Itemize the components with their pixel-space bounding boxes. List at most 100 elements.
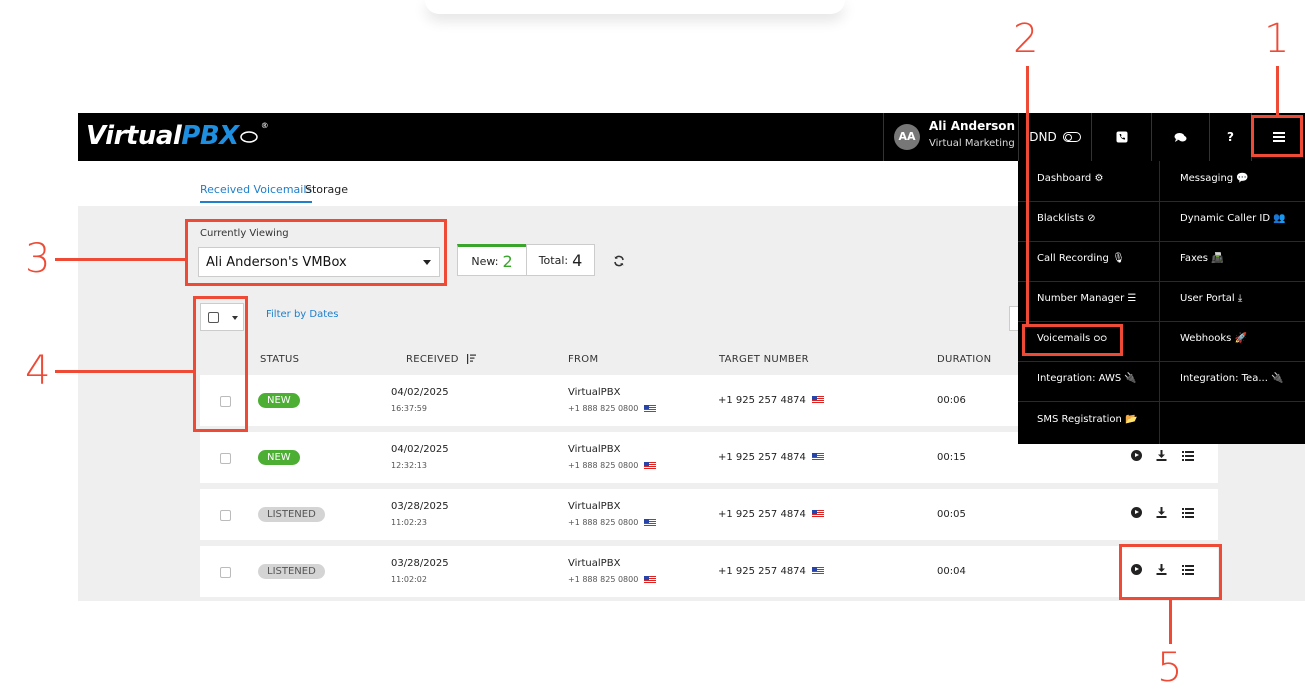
received-date: 03/28/2025 (391, 558, 449, 569)
from-number: +1 888 825 0800 (568, 575, 639, 584)
column-header-status[interactable]: STATUS (260, 354, 299, 365)
received-time: 16:37:59 (391, 404, 427, 413)
menu-item-call-recording[interactable]: Call Recording 🎙 (1037, 253, 1125, 264)
menu-item-label: Integration: Tea... (1180, 373, 1268, 384)
from-number-cell: +1 888 825 0800 (568, 461, 657, 470)
new-count: 2 (502, 251, 513, 271)
virtualpbx-logo[interactable]: VirtualPBX ® (86, 121, 269, 151)
chat-icon (1174, 132, 1187, 142)
menu-item-dynamic-caller-id[interactable]: Dynamic Caller ID 👥 (1180, 213, 1286, 224)
annotation-box-3 (185, 219, 447, 286)
from-number-cell: +1 888 825 0800 (568, 575, 657, 584)
annotation-box-1 (1251, 115, 1303, 157)
menu-item-webhooks[interactable]: Webhooks 🚀 (1180, 333, 1247, 344)
menu-item-label: User Portal (1180, 293, 1235, 304)
menu-divider (1018, 201, 1305, 202)
phone-button[interactable] (1091, 113, 1151, 161)
total-label: Total: (538, 253, 569, 267)
search-input[interactable] (1009, 306, 1018, 331)
from-name: VirtualPBX (568, 501, 621, 512)
row-checkbox[interactable] (220, 453, 231, 464)
menu-divider (1018, 281, 1305, 282)
annotation-box-4 (193, 296, 248, 432)
logo-text-virtual: Virtual (86, 121, 182, 151)
column-header-duration[interactable]: DURATION (937, 354, 991, 365)
fax-icon: 📠 (1211, 253, 1224, 264)
new-label: New: (471, 254, 499, 268)
download-icon (1156, 450, 1167, 461)
help-label: ? (1227, 130, 1234, 144)
annotation-leader-1 (1276, 66, 1279, 115)
column-header-target-number[interactable]: TARGET NUMBER (719, 354, 809, 365)
filter-by-dates-link[interactable]: Filter by Dates (266, 309, 339, 320)
column-header-from[interactable]: FROM (568, 354, 598, 365)
list-icon (1182, 451, 1194, 461)
annotation-number-5: 5 (1157, 645, 1183, 691)
menu-item-faxes[interactable]: Faxes 📠 (1180, 253, 1224, 264)
refresh-icon (614, 255, 624, 267)
menu-item-label: Faxes (1180, 253, 1208, 264)
rocket-icon: 🚀 (1234, 333, 1248, 344)
target-number: +1 925 257 4874 (718, 452, 806, 463)
received-date: 04/02/2025 (391, 387, 449, 398)
status-badge: NEW (258, 450, 300, 465)
menu-item-sms-registration[interactable]: SMS Registration 📂 (1037, 414, 1137, 425)
from-number-cell: +1 888 825 0800 (568, 404, 657, 413)
logo-registered: ® (260, 121, 269, 130)
received-date: 04/02/2025 (391, 444, 449, 455)
menu-item-integration-aws[interactable]: Integration: AWS 🔌 (1037, 373, 1137, 384)
row-checkbox[interactable] (220, 510, 231, 521)
row-checkbox[interactable] (220, 567, 231, 578)
tab-storage[interactable]: Storage (305, 183, 348, 196)
chat-button[interactable] (1151, 113, 1209, 161)
top-shadow-panel (425, 0, 845, 14)
menu-item-user-portal[interactable]: User Portal ⤓ (1180, 293, 1242, 304)
target-number-cell: +1 925 257 4874 (718, 566, 824, 577)
annotation-number-3: 3 (25, 236, 51, 282)
menu-item-label: Call Recording (1037, 253, 1109, 264)
details-button[interactable] (1182, 450, 1194, 464)
tab-received-voicemails[interactable]: Received Voicemails (200, 183, 313, 203)
menu-item-blacklists[interactable]: Blacklists ⊘ (1037, 213, 1096, 224)
user-name: Ali Anderson (929, 119, 1016, 133)
duration: 00:05 (937, 509, 966, 520)
menu-item-number-manager[interactable]: Number Manager ☰ (1037, 293, 1136, 304)
app-menu-dropdown: Dashboard ⚙ Messaging 💬 Blacklists ⊘ Dyn… (1018, 161, 1305, 444)
play-button[interactable] (1131, 450, 1142, 464)
menu-item-label: Dynamic Caller ID (1180, 213, 1271, 224)
download-button[interactable] (1156, 507, 1167, 521)
app-header: VirtualPBX ® AA Ali Anderson Virtual Mark… (78, 113, 1305, 161)
download-button[interactable] (1156, 450, 1167, 464)
target-number-cell: +1 925 257 4874 (718, 452, 824, 463)
user-menu[interactable]: AA Ali Anderson Virtual Marketing (883, 113, 1018, 161)
table-row[interactable]: LISTENED 03/28/2025 11:02:02 VirtualPBX … (200, 546, 1218, 597)
menu-item-messaging[interactable]: Messaging 💬 (1180, 173, 1249, 184)
from-number: +1 888 825 0800 (568, 518, 639, 527)
logo-text-pbx: PBX (181, 121, 239, 151)
from-number: +1 888 825 0800 (568, 461, 639, 470)
play-button[interactable] (1131, 507, 1142, 521)
from-name: VirtualPBX (568, 558, 621, 569)
menu-divider (1018, 401, 1305, 402)
target-number-cell: +1 925 257 4874 (718, 395, 824, 406)
table-row[interactable]: LISTENED 03/28/2025 11:02:23 VirtualPBX … (200, 489, 1218, 540)
column-header-received[interactable]: RECEIVED (406, 354, 477, 365)
from-name: VirtualPBX (568, 387, 621, 398)
download-icon (1156, 507, 1167, 518)
status-badge: NEW (258, 393, 300, 408)
help-button[interactable]: ? (1209, 113, 1251, 161)
user-subtitle: Virtual Marketing (929, 138, 1015, 149)
details-button[interactable] (1182, 507, 1194, 521)
received-date: 03/28/2025 (391, 501, 449, 512)
plug-icon: 🔌 (1124, 373, 1137, 384)
column-header-received-label: RECEIVED (406, 354, 459, 365)
us-flag-icon (644, 518, 657, 527)
chat-icon: 💬 (1236, 173, 1249, 184)
phone-icon (1116, 131, 1127, 143)
microphone-icon: 🎙 (1112, 253, 1125, 264)
menu-item-integration-teams[interactable]: Integration: Tea... 🔌 (1180, 373, 1284, 384)
menu-item-dashboard[interactable]: Dashboard ⚙ (1037, 173, 1103, 184)
refresh-button[interactable] (613, 255, 625, 271)
menu-item-label: Blacklists (1037, 213, 1084, 224)
folder-open-icon: 📂 (1125, 414, 1138, 425)
